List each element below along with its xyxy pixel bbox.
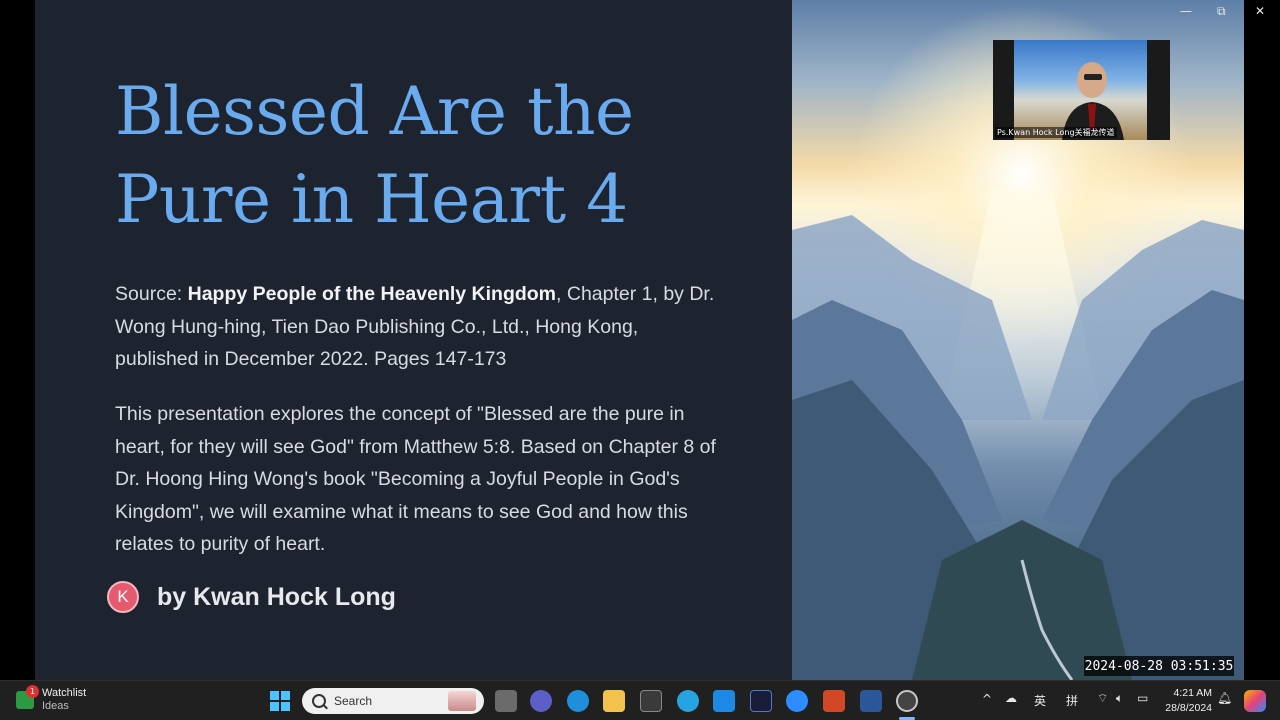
watchlist-text: Watchlist Ideas: [42, 687, 86, 713]
task-view-icon[interactable]: [495, 690, 517, 712]
source-prefix: Source:: [115, 283, 188, 305]
volume-icon[interactable]: 🔈︎: [1116, 691, 1123, 706]
minimize-button[interactable]: —: [1180, 4, 1192, 18]
close-button[interactable]: ✕: [1255, 4, 1265, 18]
ime-pinyin-indicator[interactable]: 拼: [1066, 692, 1078, 709]
taskbar-search-box[interactable]: Search: [302, 688, 484, 714]
slide-text-panel: Blessed Are the Pure in Heart 4 Source: …: [35, 0, 792, 680]
edge-browser-icon[interactable]: [567, 690, 589, 712]
title-line-1: Blessed Are the: [115, 73, 634, 150]
zoom-icon[interactable]: [786, 690, 808, 712]
stock-chart-icon: 1: [16, 685, 39, 709]
watchlist-subtitle: Ideas: [42, 700, 69, 712]
search-placeholder: Search: [334, 694, 373, 708]
slide-title: Blessed Are the Pure in Heart 4: [115, 68, 755, 244]
file-explorer-icon[interactable]: [603, 690, 625, 712]
chevron-up-icon[interactable]: ^: [982, 692, 992, 706]
teams-chat-icon[interactable]: [530, 690, 552, 712]
mdic-app-icon[interactable]: [713, 690, 735, 712]
notification-bell-icon[interactable]: 🔔︎: [1217, 691, 1232, 705]
description-paragraph: This presentation explores the concept o…: [115, 403, 716, 555]
search-highlight-image: [448, 691, 476, 711]
source-book-title: Happy People of the Heavenly Kingdom: [187, 283, 557, 305]
microsoft-store-icon[interactable]: [640, 690, 662, 712]
restore-button[interactable]: ⧉: [1217, 4, 1226, 19]
participant-name-label: Ps.Kwan Hock Long关福龙传道: [995, 127, 1117, 138]
author-row: K by Kwan Hock Long: [107, 581, 396, 613]
author-avatar: K: [107, 581, 139, 613]
battery-icon[interactable]: ▭: [1137, 691, 1148, 705]
participant-video-tile[interactable]: Ps.Kwan Hock Long关福龙传道: [993, 40, 1170, 140]
skype-icon[interactable]: [677, 690, 699, 712]
watchlist-title: Watchlist: [42, 687, 87, 699]
wifi-icon[interactable]: ⌔: [1097, 691, 1108, 706]
ime-english-indicator[interactable]: 英: [1034, 692, 1046, 709]
windows-start-icon[interactable]: [269, 690, 291, 712]
notification-badge: 1: [26, 685, 39, 698]
clock-time: 4:21 AM: [1173, 687, 1212, 699]
webex-icon[interactable]: [750, 690, 772, 712]
media-player-icon[interactable]: [896, 690, 918, 712]
participant-video-feed: [1014, 40, 1147, 140]
copilot-icon[interactable]: [1244, 690, 1266, 712]
taskbar: 1 Watchlist Ideas Search ^ ☁ 英 拼 ⌔ 🔈︎ ▭ …: [0, 680, 1280, 720]
source-paragraph: Source: Happy People of the Heavenly Kin…: [115, 278, 725, 376]
cloud-icon[interactable]: ☁: [1005, 691, 1017, 705]
left-black-border: [0, 0, 35, 680]
right-black-border: [1244, 0, 1280, 680]
search-icon: [312, 694, 326, 708]
watchlist-widget[interactable]: 1 Watchlist Ideas: [16, 685, 86, 713]
clock-date: 28/8/2024: [1165, 702, 1212, 714]
powerpoint-icon[interactable]: [823, 690, 845, 712]
title-line-2: Pure in Heart 4: [115, 161, 628, 238]
author-name: by Kwan Hock Long: [157, 582, 396, 611]
word-icon[interactable]: [860, 690, 882, 712]
system-clock[interactable]: 4:21 AM 28/8/2024: [1160, 686, 1212, 716]
person-silhouette: [1062, 62, 1124, 140]
recording-timestamp: 2024-08-28 03:51:35: [1084, 656, 1234, 676]
